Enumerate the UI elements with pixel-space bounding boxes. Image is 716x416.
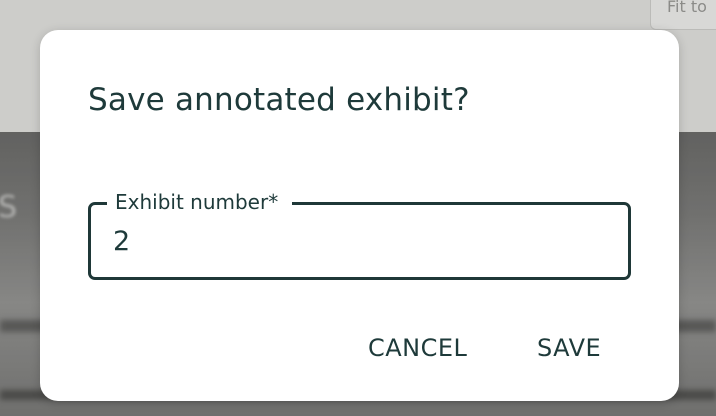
exhibit-number-input[interactable] [113,223,593,259]
exhibit-number-label: Exhibit number* [107,189,293,215]
exhibit-number-field[interactable]: Exhibit number* [88,189,631,280]
dialog-title: Save annotated exhibit? [88,82,470,118]
save-exhibit-dialog: Save annotated exhibit? Exhibit number* … [40,30,679,401]
save-button[interactable]: SAVE [531,328,607,368]
cancel-button[interactable]: CANCEL [362,328,473,368]
